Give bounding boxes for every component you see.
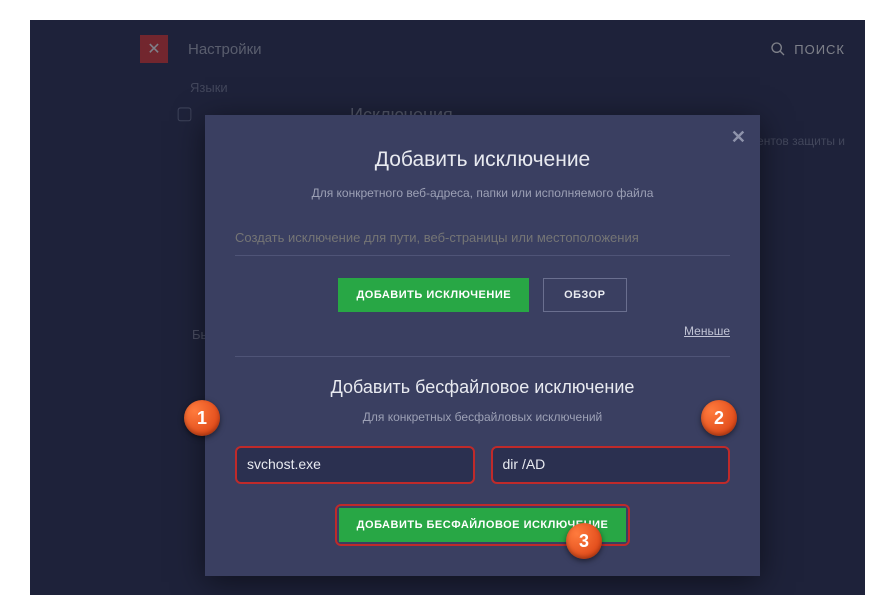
button-row: ДОБАВИТЬ ИСКЛЮЧЕНИЕ ОБЗОР [235, 278, 730, 312]
fileless-input-row [235, 446, 730, 484]
add-exception-button[interactable]: ДОБАВИТЬ ИСКЛЮЧЕНИЕ [338, 278, 529, 312]
dialog-title: Добавить исключение [235, 148, 730, 172]
fileless-title: Добавить бесфайловое исключение [235, 377, 730, 398]
add-exception-dialog: ✕ Добавить исключение Для конкретного ве… [205, 115, 760, 576]
annotation-marker-3: 3 [566, 523, 602, 559]
close-icon: ✕ [731, 127, 746, 147]
app-window: ✕ Настройки ПОИСК ▢ Языки Исключения нен… [30, 20, 865, 595]
fileless-subtitle: Для конкретных бесфайловых исключений [235, 410, 730, 424]
command-input[interactable] [503, 456, 719, 472]
process-name-input[interactable] [247, 456, 463, 472]
divider [235, 255, 730, 256]
process-name-field-highlight [235, 446, 475, 484]
annotation-marker-2: 2 [701, 400, 737, 436]
fileless-button-row: ДОБАВИТЬ БЕСФАЙЛОВОЕ ИСКЛЮЧЕНИЕ [235, 504, 730, 546]
annotation-marker-1: 1 [184, 400, 220, 436]
divider [235, 356, 730, 357]
dialog-close-button[interactable]: ✕ [731, 127, 746, 148]
exception-path-input[interactable] [235, 222, 730, 253]
less-link[interactable]: Меньше [235, 324, 730, 338]
dialog-subtitle: Для конкретного веб-адреса, папки или ис… [235, 186, 730, 200]
command-field-highlight [491, 446, 731, 484]
browse-button[interactable]: ОБЗОР [543, 278, 626, 312]
